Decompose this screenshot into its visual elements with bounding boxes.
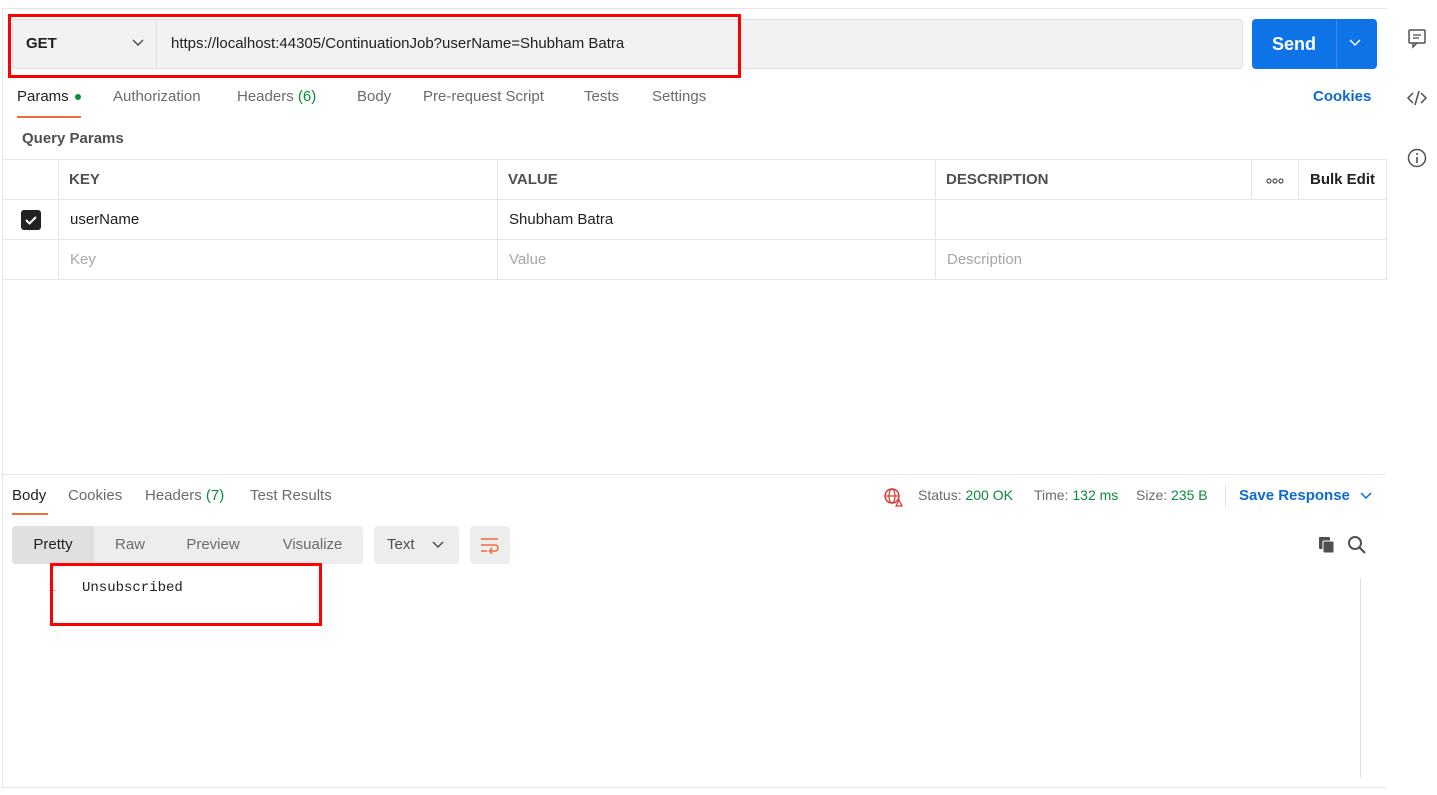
new-description-input[interactable]: Description — [935, 239, 1387, 280]
tab-headers-count: (6) — [297, 88, 317, 105]
header-description: DESCRIPTION — [935, 159, 1252, 200]
tab-params-label: Params — [17, 88, 69, 105]
new-row-checkbox-cell — [2, 239, 59, 280]
copy-icon[interactable] — [1317, 535, 1337, 555]
save-response-label: Save Response — [1239, 487, 1350, 504]
tab-pre-request-script[interactable]: Pre-request Script — [423, 88, 544, 105]
params-dot — [74, 94, 81, 101]
view-mode-segmented: Pretty Raw Preview Visualize — [12, 526, 363, 564]
time-label: Time: — [1034, 487, 1069, 503]
status-divider — [1225, 485, 1226, 507]
bulk-edit-button[interactable]: Bulk Edit — [1298, 159, 1387, 200]
code-icon[interactable] — [1406, 87, 1428, 109]
cookies-link[interactable]: Cookies — [1313, 88, 1371, 105]
tab-params[interactable]: Params — [17, 88, 81, 105]
tab-tests[interactable]: Tests — [584, 88, 619, 105]
view-preview[interactable]: Preview — [172, 526, 254, 564]
more-horizontal-icon — [1266, 178, 1284, 184]
time-info: Time: 132 ms — [1034, 487, 1118, 503]
send-divider — [1336, 19, 1337, 69]
response-tab-headers-count: (7) — [205, 487, 225, 504]
header-key: KEY — [58, 159, 498, 200]
size-info: Size: 235 B — [1136, 487, 1208, 503]
highlight-box-response — [50, 563, 322, 626]
view-raw[interactable]: Raw — [94, 526, 166, 564]
save-response-button[interactable]: Save Response — [1239, 487, 1372, 504]
right-sidebar — [1387, 0, 1437, 795]
size-value[interactable]: 235 B — [1171, 487, 1208, 503]
chevron-down-icon — [1360, 492, 1372, 500]
tab-headers-label: Headers — [237, 88, 294, 105]
table-header-row: KEY VALUE DESCRIPTION Bulk Edit — [2, 159, 1387, 200]
view-visualize[interactable]: Visualize — [270, 526, 355, 564]
header-value: VALUE — [497, 159, 936, 200]
new-value-input[interactable]: Value — [497, 239, 936, 280]
status-value[interactable]: 200 OK — [965, 487, 1012, 503]
send-button[interactable]: Send — [1252, 19, 1377, 69]
size-label: Size: — [1136, 487, 1168, 503]
view-pretty[interactable]: Pretty — [12, 526, 94, 564]
info-icon[interactable] — [1406, 147, 1428, 169]
param-value[interactable]: Shubham Batra — [497, 199, 936, 240]
format-label: Text — [387, 536, 415, 553]
param-checkbox[interactable] — [20, 209, 41, 230]
comment-icon[interactable] — [1406, 27, 1428, 49]
response-divider[interactable] — [2, 474, 1386, 475]
tab-settings[interactable]: Settings — [652, 88, 706, 105]
param-description[interactable] — [935, 199, 1387, 240]
table-row: userName Shubham Batra — [2, 199, 1387, 240]
chevron-down-icon[interactable] — [1349, 39, 1361, 47]
response-tab-headers[interactable]: Headers (7) — [145, 487, 224, 504]
tab-headers[interactable]: Headers (6) — [237, 88, 316, 105]
tab-body[interactable]: Body — [357, 88, 391, 105]
row-checkbox-cell[interactable] — [2, 199, 59, 240]
wrap-lines-icon — [481, 538, 499, 554]
table-row-new: Key Value Description — [2, 239, 1387, 280]
new-key-input[interactable]: Key — [58, 239, 498, 280]
wrap-lines-button[interactable] — [470, 526, 510, 564]
globe-network-icon[interactable] — [883, 487, 903, 507]
params-table: KEY VALUE DESCRIPTION Bulk Edit userName… — [2, 159, 1387, 280]
highlight-box-url — [8, 14, 741, 78]
tab-authorization[interactable]: Authorization — [113, 88, 201, 105]
response-active-underline — [12, 513, 48, 515]
format-select[interactable]: Text — [374, 526, 459, 564]
chevron-down-icon — [432, 541, 444, 549]
bottom-border — [2, 787, 1386, 788]
response-tab-headers-label: Headers — [145, 487, 202, 504]
header-checkbox-cell — [2, 159, 59, 200]
status-label: Status: — [918, 487, 962, 503]
param-key[interactable]: userName — [58, 199, 498, 240]
status-info: Status: 200 OK — [918, 487, 1013, 503]
scrollbar[interactable] — [1360, 578, 1377, 778]
check-icon — [24, 215, 37, 225]
search-icon[interactable] — [1347, 535, 1367, 555]
response-tab-test-results[interactable]: Test Results — [250, 487, 332, 504]
more-options-button[interactable] — [1251, 159, 1299, 200]
response-tab-cookies[interactable]: Cookies — [68, 487, 122, 504]
time-value[interactable]: 132 ms — [1072, 487, 1118, 503]
query-params-title: Query Params — [22, 130, 124, 147]
active-tab-underline — [17, 116, 81, 118]
request-panel — [2, 8, 1388, 789]
response-tab-body[interactable]: Body — [12, 487, 46, 504]
send-button-label: Send — [1271, 34, 1316, 54]
